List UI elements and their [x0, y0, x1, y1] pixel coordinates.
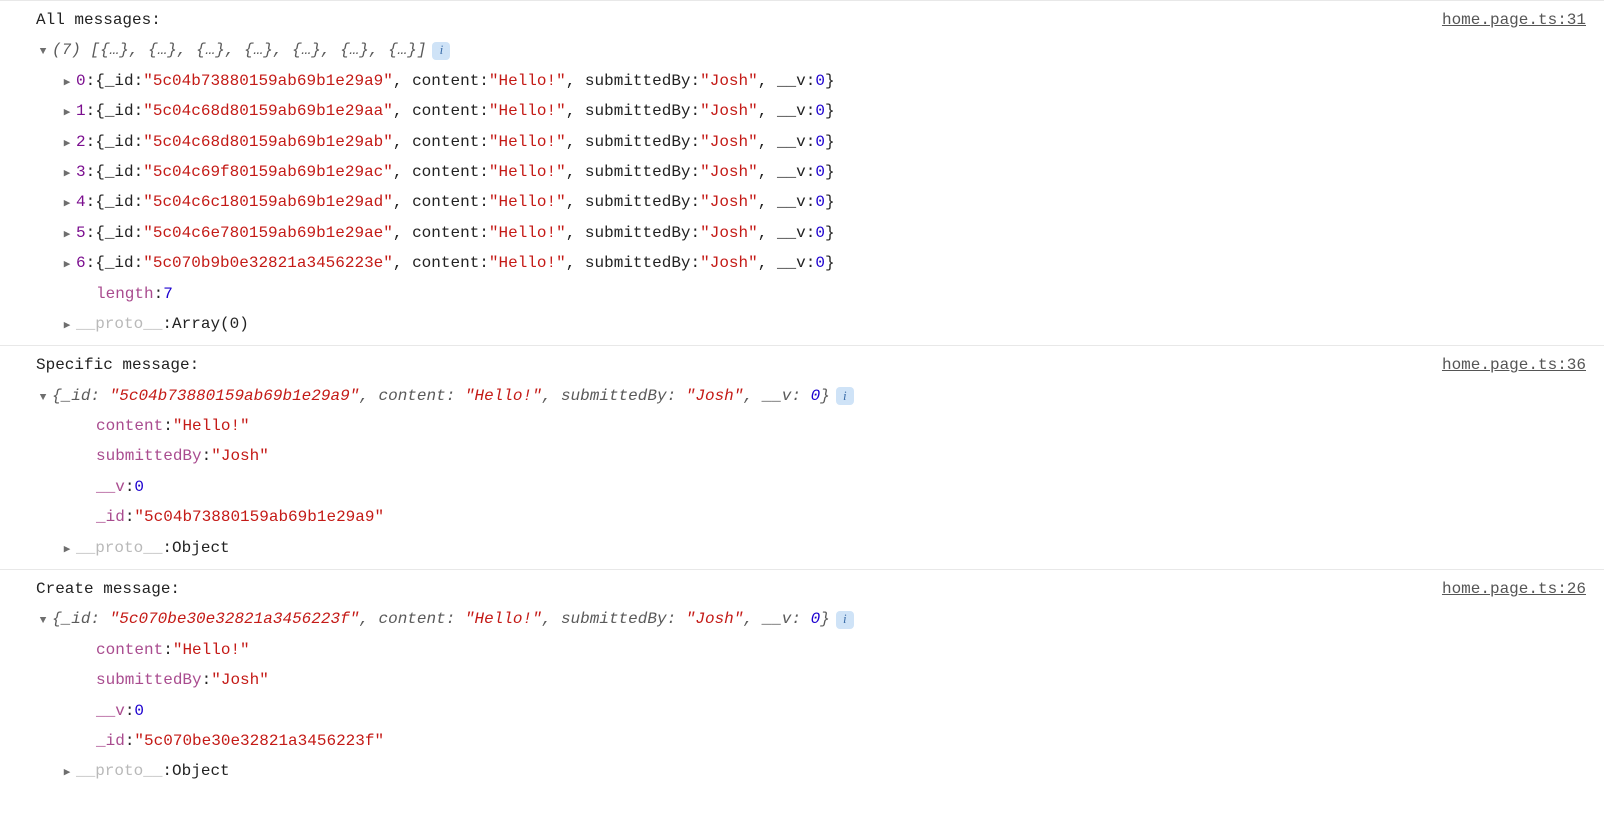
log-label: All messages: — [36, 5, 161, 35]
prop-row: _id: "5c04b73880159ab69b1e29a9" — [0, 502, 1604, 532]
disclosure-triangle-down-icon[interactable]: ▼ — [36, 388, 50, 409]
proto-value: Array(0) — [172, 309, 249, 339]
array-item-row[interactable]: ▶2: {_id: "5c04c68d80159ab69b1e29ab", co… — [0, 127, 1604, 157]
array-item-row[interactable]: ▶4: {_id: "5c04c6c180159ab69b1e29ad", co… — [0, 187, 1604, 217]
prop-row: _id: "5c070be30e32821a3456223f" — [0, 726, 1604, 756]
prop-row: content: "Hello!" — [0, 411, 1604, 441]
disclosure-triangle-right-icon[interactable]: ▶ — [60, 763, 74, 784]
object-summary: {_id: "5c070be30e32821a3456223f", conten… — [52, 604, 830, 634]
disclosure-triangle-right-icon[interactable]: ▶ — [60, 164, 74, 185]
source-link[interactable]: home.page.ts:26 — [1442, 574, 1586, 604]
prop-row: submittedBy: "Josh" — [0, 665, 1604, 695]
log-group-specific-message: home.page.ts:36 Specific message: ▼ {_id… — [0, 345, 1604, 569]
disclosure-triangle-right-icon[interactable]: ▶ — [60, 316, 74, 337]
length-key: length — [96, 279, 154, 309]
array-summary: (7) [{…}, {…}, {…}, {…}, {…}, {…}, {…}] — [52, 35, 426, 65]
prop-row: content: "Hello!" — [0, 635, 1604, 665]
array-index: 6 — [76, 248, 86, 278]
proto-value: Object — [172, 756, 230, 786]
proto-key: __proto__ — [76, 756, 162, 786]
disclosure-triangle-right-icon[interactable]: ▶ — [60, 194, 74, 215]
array-index: 0 — [76, 66, 86, 96]
disclosure-triangle-right-icon[interactable]: ▶ — [60, 255, 74, 276]
proto-key: __proto__ — [76, 309, 162, 339]
array-index: 5 — [76, 218, 86, 248]
prop-row: __v: 0 — [0, 472, 1604, 502]
array-index: 4 — [76, 187, 86, 217]
proto-row[interactable]: ▶ __proto__: Object — [0, 756, 1604, 786]
proto-row[interactable]: ▶ __proto__: Object — [0, 533, 1604, 563]
disclosure-triangle-right-icon[interactable]: ▶ — [60, 540, 74, 561]
log-label-row: All messages: — [0, 5, 1604, 35]
disclosure-triangle-down-icon[interactable]: ▼ — [36, 611, 50, 632]
info-icon[interactable]: i — [836, 611, 854, 629]
log-label: Create message: — [36, 574, 180, 604]
info-icon[interactable]: i — [836, 387, 854, 405]
prop-row: submittedBy: "Josh" — [0, 441, 1604, 471]
array-item-row[interactable]: ▶6: {_id: "5c070b9b0e32821a3456223e", co… — [0, 248, 1604, 278]
length-value: 7 — [163, 279, 173, 309]
prop-row: __v: 0 — [0, 696, 1604, 726]
proto-key: __proto__ — [76, 533, 162, 563]
source-link[interactable]: home.page.ts:31 — [1442, 5, 1586, 35]
disclosure-triangle-right-icon[interactable]: ▶ — [60, 225, 74, 246]
array-item-row[interactable]: ▶5: {_id: "5c04c6e780159ab69b1e29ae", co… — [0, 218, 1604, 248]
array-length-row: length: 7 — [0, 279, 1604, 309]
array-summary-row[interactable]: ▼ (7) [{…}, {…}, {…}, {…}, {…}, {…}, {…}… — [0, 35, 1604, 65]
disclosure-triangle-down-icon[interactable]: ▼ — [36, 42, 50, 63]
log-group-create-message: home.page.ts:26 Create message: ▼ {_id: … — [0, 569, 1604, 793]
array-index: 3 — [76, 157, 86, 187]
log-label-row: Create message: — [0, 574, 1604, 604]
proto-value: Object — [172, 533, 230, 563]
disclosure-triangle-right-icon[interactable]: ▶ — [60, 103, 74, 124]
array-item-row[interactable]: ▶0: {_id: "5c04b73880159ab69b1e29a9", co… — [0, 66, 1604, 96]
array-index: 1 — [76, 96, 86, 126]
log-label: Specific message: — [36, 350, 199, 380]
log-group-all-messages: home.page.ts:31 All messages: ▼ (7) [{…}… — [0, 0, 1604, 345]
disclosure-triangle-right-icon[interactable]: ▶ — [60, 134, 74, 155]
array-item-row[interactable]: ▶1: {_id: "5c04c68d80159ab69b1e29aa", co… — [0, 96, 1604, 126]
object-summary: {_id: "5c04b73880159ab69b1e29a9", conten… — [52, 381, 830, 411]
proto-row[interactable]: ▶ __proto__: Array(0) — [0, 309, 1604, 339]
source-link[interactable]: home.page.ts:36 — [1442, 350, 1586, 380]
log-label-row: Specific message: — [0, 350, 1604, 380]
object-summary-row[interactable]: ▼ {_id: "5c04b73880159ab69b1e29a9", cont… — [0, 381, 1604, 411]
disclosure-triangle-right-icon[interactable]: ▶ — [60, 73, 74, 94]
object-summary-row[interactable]: ▼ {_id: "5c070be30e32821a3456223f", cont… — [0, 604, 1604, 634]
array-index: 2 — [76, 127, 86, 157]
array-item-row[interactable]: ▶3: {_id: "5c04c69f80159ab69b1e29ac", co… — [0, 157, 1604, 187]
info-icon[interactable]: i — [432, 42, 450, 60]
